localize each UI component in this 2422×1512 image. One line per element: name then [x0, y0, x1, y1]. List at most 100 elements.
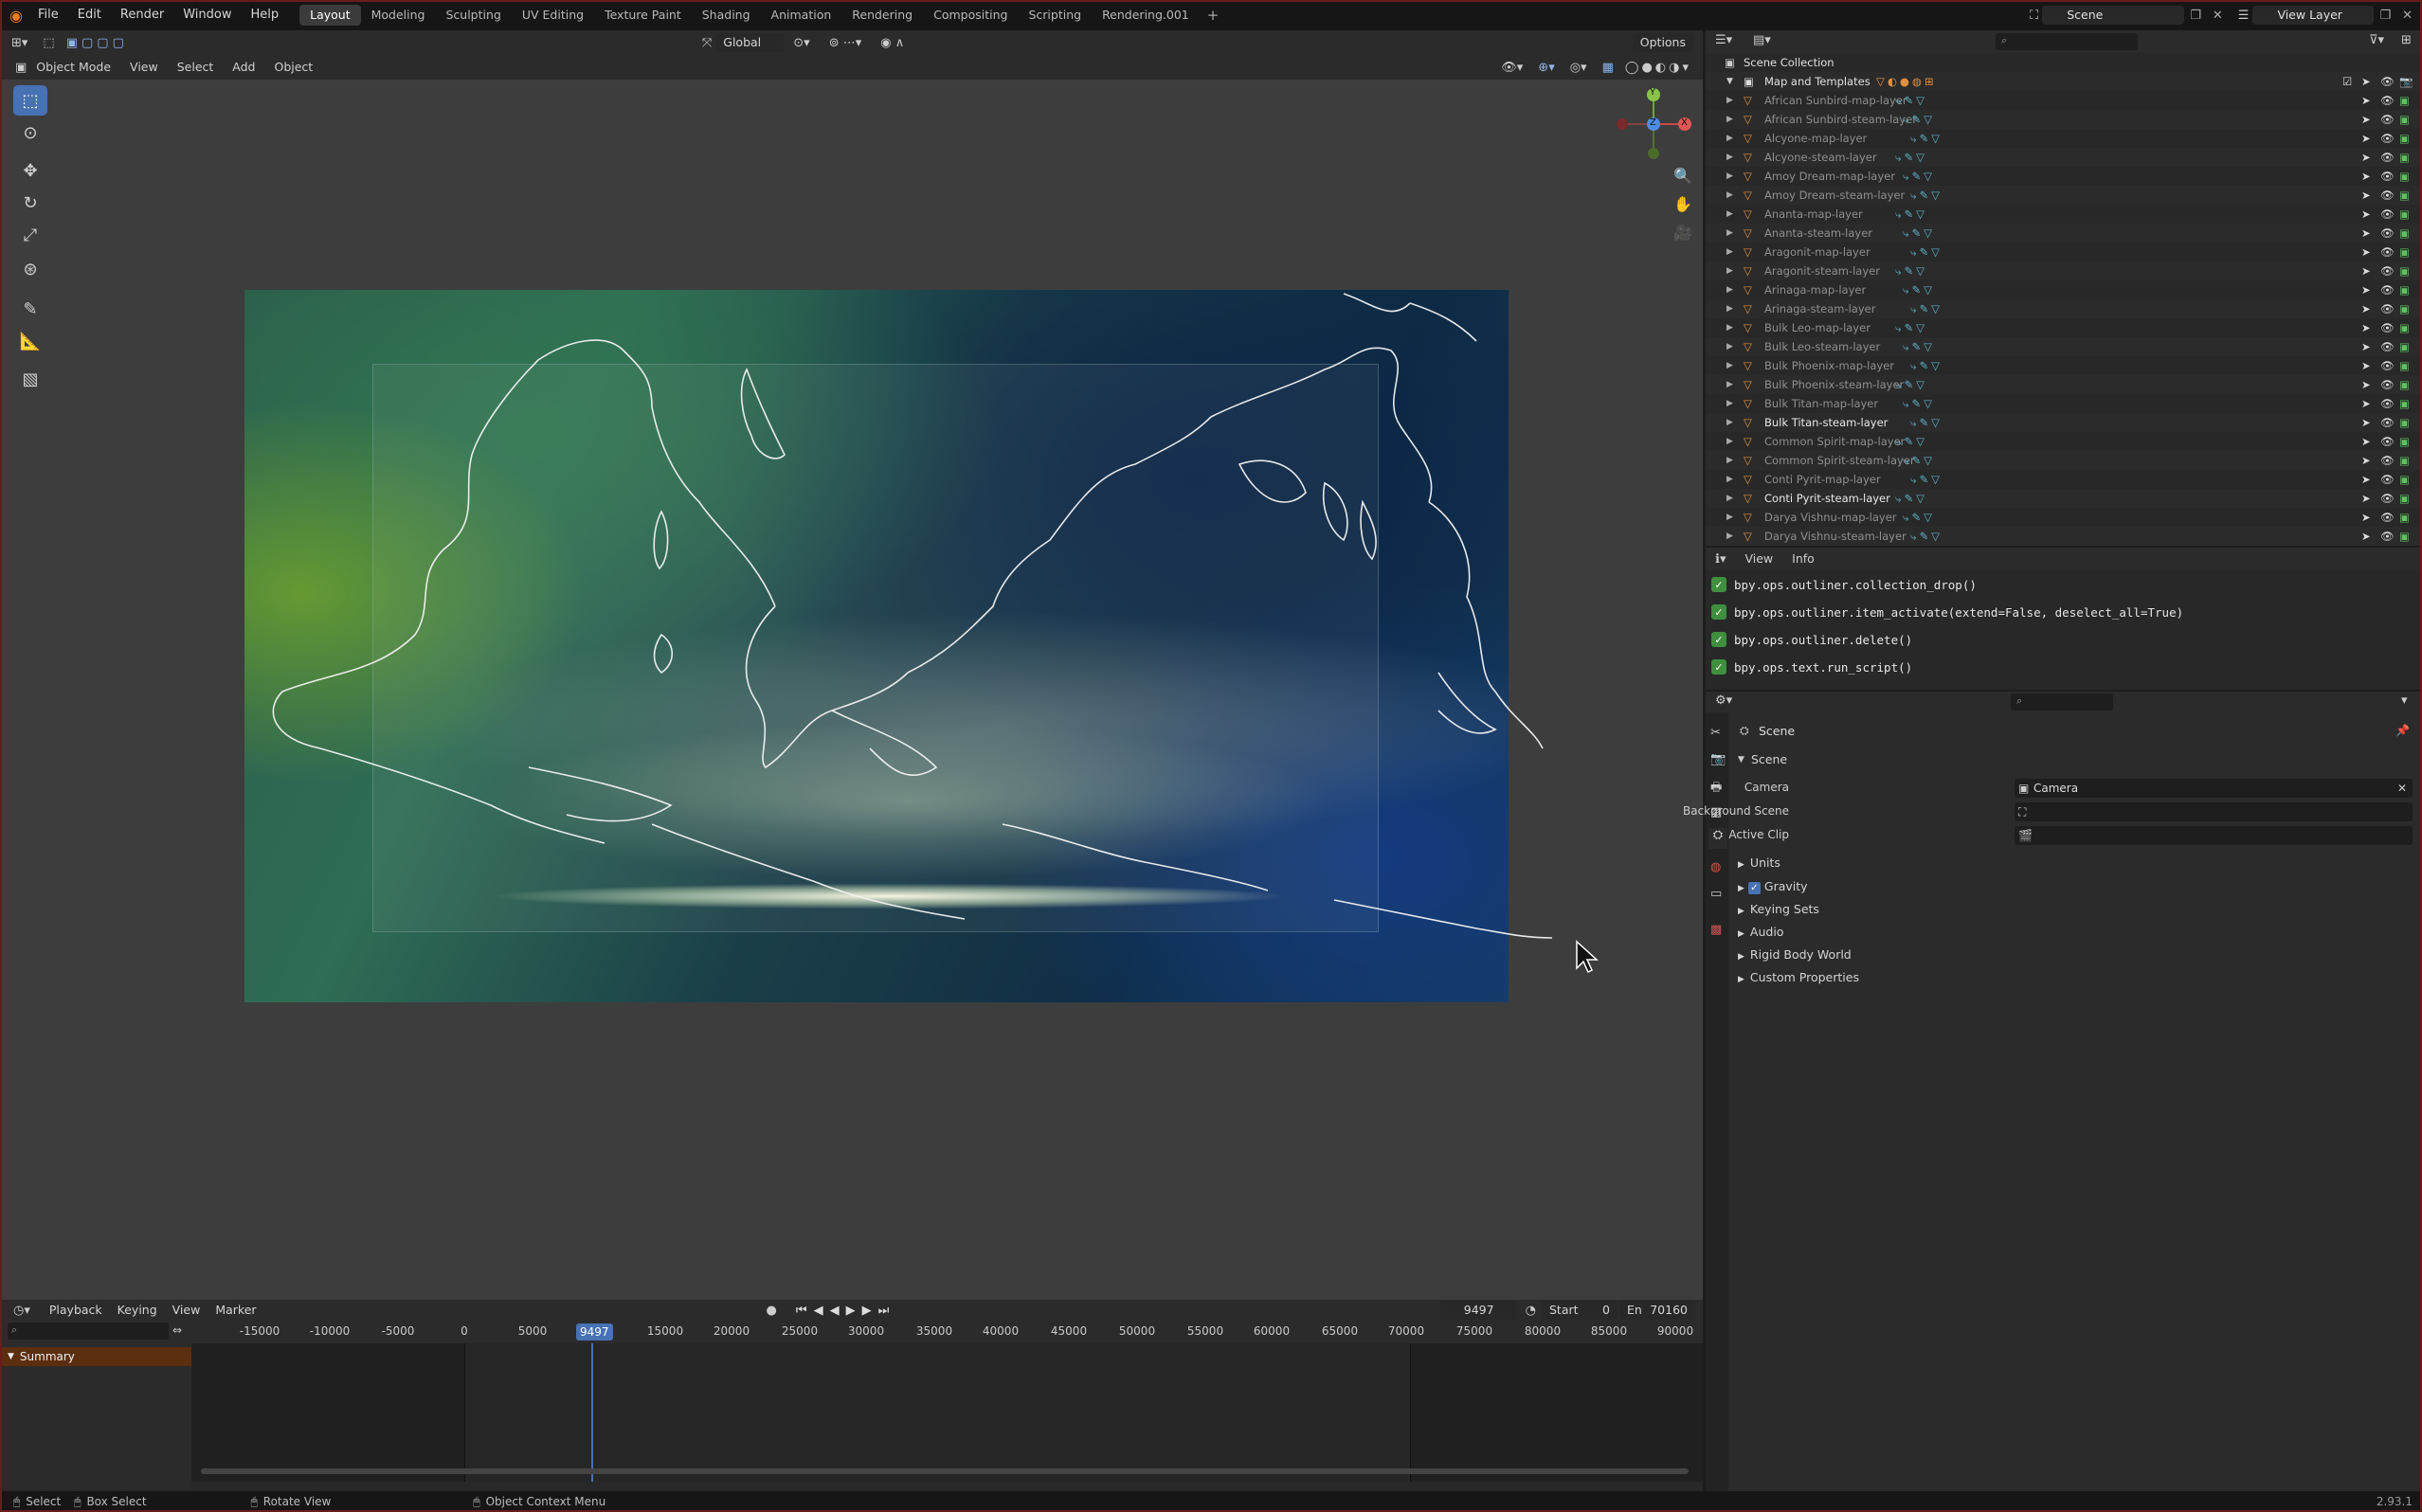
timeline-ruler[interactable]: ⌕ ⇔ -15000 -10000 -5000 0 5000 15000 20000 2500…: [2, 1321, 1703, 1343]
end-frame-field[interactable]: En 70160: [1619, 1301, 1695, 1320]
rigid-body-world-panel[interactable]: ▶ Rigid Body World: [1738, 947, 1852, 962]
camera-view-icon[interactable]: 🎥: [1673, 224, 1692, 242]
selectable-icon[interactable]: ➤: [2361, 72, 2371, 91]
selectable-icon[interactable]: ➤: [2361, 318, 2371, 337]
options-dropdown[interactable]: Options: [1632, 33, 1693, 52]
gravity-panel[interactable]: ▶ ✓ Gravity: [1738, 879, 1808, 894]
expand-arrow-icon[interactable]: ▶: [1726, 451, 1733, 470]
selectable-icon[interactable]: ➤: [2361, 129, 2371, 148]
selectable-icon[interactable]: ➤: [2361, 451, 2371, 470]
render-camera-icon[interactable]: ▣: [2399, 356, 2410, 375]
cursor-tool[interactable]: ⊙: [13, 117, 47, 148]
annotate-tool[interactable]: ✎: [13, 294, 47, 324]
scene-panel-title[interactable]: Scene: [1751, 752, 1787, 766]
visibility-icon[interactable]: 👁▾: [1493, 61, 1530, 75]
render-camera-icon[interactable]: ▣: [2399, 148, 2410, 167]
menu-add[interactable]: Add: [223, 57, 264, 78]
outliner-item[interactable]: ▶ ▽ Bulk Leo-steam-layer ⤷✎▽ ➤ 👁 ▣: [1706, 337, 2422, 356]
outliner-item[interactable]: ▶ ▽ Arinaga-map-layer ⤷✎▽ ➤ 👁 ▣: [1706, 280, 2422, 299]
background-scene-field[interactable]: ⛶: [2015, 802, 2413, 821]
expand-arrow-icon[interactable]: ▶: [1726, 129, 1733, 148]
outliner-item[interactable]: ▶ ▽ Alcyone-steam-layer ⤷✎▽ ➤ 👁 ▣: [1706, 148, 2422, 167]
selectable-icon[interactable]: ➤: [2361, 432, 2371, 451]
timeline-editor-type-icon[interactable]: ◷▾: [2, 1304, 42, 1318]
blender-logo-icon[interactable]: ◉: [0, 7, 28, 25]
pivot-icon[interactable]: ⊙▾: [784, 36, 819, 50]
audio-panel[interactable]: ▶ Audio: [1738, 925, 1783, 939]
expand-arrow-icon[interactable]: ▶: [1726, 280, 1733, 299]
output-tab-icon[interactable]: 🖶: [1710, 779, 1722, 800]
playback-controls-icons[interactable]: ⏮◀◀▶▶⏭: [786, 1304, 895, 1318]
measure-tool[interactable]: 📐: [13, 326, 47, 356]
exclude-checkbox-icon[interactable]: ☑: [2342, 72, 2352, 91]
visibility-eye-icon[interactable]: 👁: [2380, 413, 2395, 432]
outliner-item[interactable]: ▶ ▽ Bulk Phoenix-steam-layer ⤷✎▽ ➤ 👁 ▣: [1706, 375, 2422, 394]
render-camera-icon[interactable]: ▣: [2399, 470, 2410, 489]
render-tab-icon[interactable]: 📷: [1710, 752, 1726, 766]
menu-object[interactable]: Object: [264, 57, 322, 78]
outliner-item[interactable]: ▶ ▽ African Sunbird-map-layer ⤷✎▽ ➤ 👁 ▣: [1706, 91, 2422, 110]
expand-arrow-icon[interactable]: ▶: [1726, 167, 1733, 186]
selectable-icon[interactable]: ➤: [2361, 299, 2371, 318]
tab-compositing[interactable]: Compositing: [923, 5, 1018, 26]
render-camera-icon[interactable]: ▣: [2399, 337, 2410, 356]
visibility-eye-icon[interactable]: 👁: [2380, 318, 2395, 337]
scene-panel-expand-icon[interactable]: ▼: [1738, 755, 1744, 765]
playhead-line[interactable]: [591, 1343, 593, 1482]
camera-field[interactable]: ▣ Camera ✕: [2015, 779, 2413, 798]
timeline-scrollbar[interactable]: [201, 1468, 1689, 1474]
visibility-eye-icon[interactable]: 👁: [2380, 451, 2395, 470]
scene-selector[interactable]: Scene: [2042, 6, 2185, 25]
outliner-item[interactable]: ▶ ▽ Conti Pyrit-map-layer ⤷✎▽ ➤ 👁 ▣: [1706, 470, 2422, 489]
outliner-item[interactable]: ▶ ▽ Amoy Dream-map-layer ⤷✎▽ ➤ 👁 ▣: [1706, 167, 2422, 186]
timeline-body[interactable]: [191, 1343, 1703, 1482]
outliner-item[interactable]: ▶ ▽ Amoy Dream-steam-layer ⤷✎▽ ➤ 👁 ▣: [1706, 186, 2422, 205]
selectable-icon[interactable]: ➤: [2361, 205, 2371, 224]
visibility-eye-icon[interactable]: 👁: [2380, 470, 2395, 489]
visibility-eye-icon[interactable]: 👁: [2380, 186, 2395, 205]
collection-row[interactable]: ▼ ▣ Map and Templates ▽◐●◍⊞ ☑ ➤ 👁 📷: [1706, 72, 2422, 91]
outliner-item[interactable]: ▶ ▽ Alcyone-map-layer ⤷✎▽ ➤ 👁 ▣: [1706, 129, 2422, 148]
expand-arrow-icon[interactable]: ▶: [1726, 243, 1733, 261]
world-tab-icon[interactable]: ◍: [1710, 860, 1721, 874]
timeline-search-field[interactable]: ⌕: [8, 1323, 169, 1340]
render-camera-icon[interactable]: ▣: [2399, 110, 2410, 129]
outliner-item[interactable]: ▶ ▽ Conti Pyrit-steam-layer ⤷✎▽ ➤ 👁 ▣: [1706, 489, 2422, 508]
visibility-eye-icon[interactable]: 👁: [2380, 280, 2395, 299]
gravity-checkbox[interactable]: ✓: [1747, 882, 1761, 894]
move-tool[interactable]: ✥: [13, 155, 47, 186]
new-scene-icon[interactable]: ❐: [2184, 9, 2207, 23]
overlay-toggle-icon[interactable]: ◎▾: [1563, 61, 1595, 75]
selectable-icon[interactable]: ➤: [2361, 508, 2371, 527]
scene-collection-row[interactable]: ▣ Scene Collection: [1706, 53, 2422, 72]
selectable-icon[interactable]: ➤: [2361, 356, 2371, 375]
start-frame-field[interactable]: Start 0: [1542, 1301, 1618, 1320]
render-camera-icon[interactable]: ▣: [2399, 413, 2410, 432]
expand-icon[interactable]: ▼: [8, 1352, 14, 1361]
active-clip-field[interactable]: 🎬: [2015, 826, 2413, 845]
expand-arrow-icon[interactable]: ▶: [1726, 413, 1733, 432]
render-camera-icon[interactable]: ▣: [2399, 261, 2410, 280]
render-camera-icon[interactable]: ▣: [2399, 280, 2410, 299]
expand-arrow-icon[interactable]: ▶: [1726, 318, 1733, 337]
display-mode-icon[interactable]: ▤▾: [1753, 33, 1771, 47]
render-camera-icon[interactable]: ▣: [2399, 432, 2410, 451]
selectable-icon[interactable]: ➤: [2361, 261, 2371, 280]
rotate-tool[interactable]: ↻: [13, 188, 47, 218]
tab-rendering-001[interactable]: Rendering.001: [1092, 5, 1200, 26]
keying-sets-panel[interactable]: ▶ Keying Sets: [1738, 902, 1819, 916]
outliner-item[interactable]: ▶ ▽ African Sunbird-steam-layer ⤷✎▽ ➤ 👁 ▣: [1706, 110, 2422, 129]
render-camera-icon[interactable]: ▣: [2399, 224, 2410, 243]
outliner-item[interactable]: ▶ ▽ Ananta-steam-layer ⤷✎▽ ➤ 👁 ▣: [1706, 224, 2422, 243]
expand-arrow-icon[interactable]: ▶: [1726, 489, 1733, 508]
outliner-item[interactable]: ▶ ▽ Bulk Leo-map-layer ⤷✎▽ ➤ 👁 ▣: [1706, 318, 2422, 337]
info-log-row[interactable]: ✓ bpy.ops.outliner.delete(): [1711, 629, 1912, 650]
outliner-item[interactable]: ▶ ▽ Darya Vishnu-map-layer ⤷✎▽ ➤ 👁 ▣: [1706, 508, 2422, 527]
expand-arrow-icon[interactable]: ▶: [1726, 261, 1733, 280]
render-camera-icon[interactable]: ▣: [2399, 375, 2410, 394]
render-camera-icon[interactable]: ▣: [2399, 91, 2410, 110]
render-camera-icon[interactable]: ▣: [2399, 318, 2410, 337]
expand-arrow-icon[interactable]: ▶: [1726, 205, 1733, 224]
expand-arrow-icon[interactable]: ▶: [1726, 224, 1733, 243]
selectable-icon[interactable]: ➤: [2361, 527, 2371, 546]
